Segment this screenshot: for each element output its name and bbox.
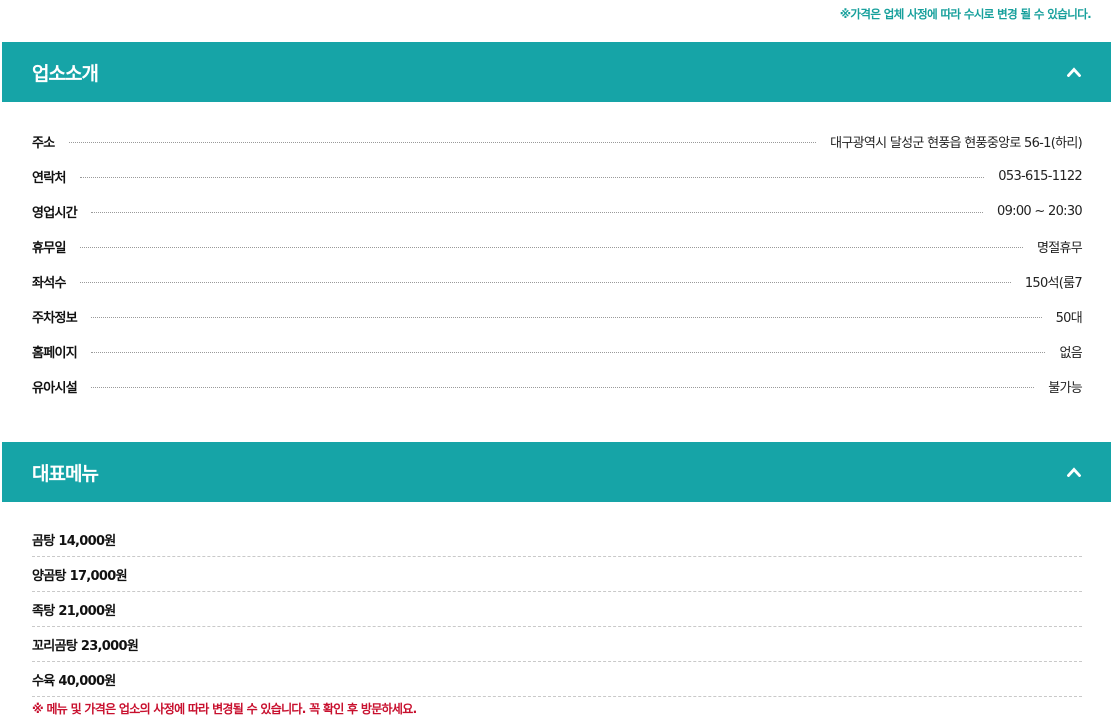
info-value: 없음 — [1059, 346, 1082, 361]
dotted-leader — [68, 142, 817, 143]
info-label: 영업시간 — [32, 206, 78, 221]
dotted-leader — [91, 352, 1046, 353]
info-row-hours: 영업시간 09:00 ~ 20:30 — [32, 194, 1083, 229]
info-row-seats: 좌석수 150석(룸7 — [32, 264, 1083, 299]
info-row-homepage: 홈페이지 없음 — [32, 334, 1083, 369]
menu-item: 양곰탕 17,000원 — [32, 557, 1082, 592]
intro-section-title: 업소소개 — [32, 62, 99, 85]
info-label: 주소 — [32, 136, 55, 151]
info-value: 150석(룸7 — [1024, 276, 1083, 291]
intro-collapse-button[interactable] — [1061, 59, 1087, 85]
menu-list: 곰탕 14,000원 양곰탕 17,000원 족탕 21,000원 꼬리곰탕 2… — [32, 522, 1082, 719]
info-label: 주차정보 — [32, 311, 78, 326]
menu-item: 곰탕 14,000원 — [32, 522, 1082, 557]
chevron-up-icon — [1067, 67, 1081, 77]
menu-section-title: 대표메뉴 — [32, 462, 99, 485]
info-value: 불가능 — [1048, 381, 1082, 396]
intro-section-header[interactable]: 업소소개 — [2, 42, 1111, 102]
dotted-leader — [91, 212, 983, 213]
dotted-leader — [91, 317, 1042, 318]
dotted-leader — [79, 177, 985, 178]
price-change-notice: ※가격은 업체 사정에 따라 수시로 변경 될 수 있습니다. — [839, 7, 1092, 21]
intro-info-list: 주소 대구광역시 달성군 현풍읍 현풍중앙로 56-1(하리) 연락처 053-… — [32, 124, 1083, 404]
info-label: 연락처 — [32, 171, 66, 186]
info-value: 50대 — [1055, 311, 1083, 326]
menu-item: 꼬리곰탕 23,000원 — [32, 627, 1082, 662]
dotted-leader — [91, 387, 1035, 388]
info-label: 홈페이지 — [32, 346, 78, 361]
menu-section-header[interactable]: 대표메뉴 — [2, 442, 1111, 502]
menu-price-notice: ※ 메뉴 및 가격은 업소의 사정에 따라 변경될 수 있습니다. 꼭 확인 후… — [32, 701, 417, 716]
menu-collapse-button[interactable] — [1061, 459, 1087, 485]
info-row-contact: 연락처 053-615-1122 — [32, 159, 1083, 194]
info-row-parking: 주차정보 50대 — [32, 299, 1083, 334]
menu-item: 수육 40,000원 — [32, 662, 1082, 697]
info-value: 09:00 ~ 20:30 — [997, 204, 1083, 219]
info-value: 대구광역시 달성군 현풍읍 현풍중앙로 56-1(하리) — [830, 136, 1083, 151]
info-row-closed-days: 휴무일 명절휴무 — [32, 229, 1083, 264]
dotted-leader — [79, 282, 1011, 283]
info-row-kids-facility: 유아시설 불가능 — [32, 369, 1083, 404]
dotted-leader — [79, 247, 1023, 248]
info-value: 053-615-1122 — [998, 169, 1082, 184]
menu-item: 족탕 21,000원 — [32, 592, 1082, 627]
info-row-address: 주소 대구광역시 달성군 현풍읍 현풍중앙로 56-1(하리) — [32, 124, 1083, 159]
info-label: 휴무일 — [32, 241, 66, 256]
chevron-up-icon — [1067, 467, 1081, 477]
info-label: 유아시설 — [32, 381, 78, 396]
info-label: 좌석수 — [32, 276, 66, 291]
info-value: 명절휴무 — [1036, 241, 1083, 256]
